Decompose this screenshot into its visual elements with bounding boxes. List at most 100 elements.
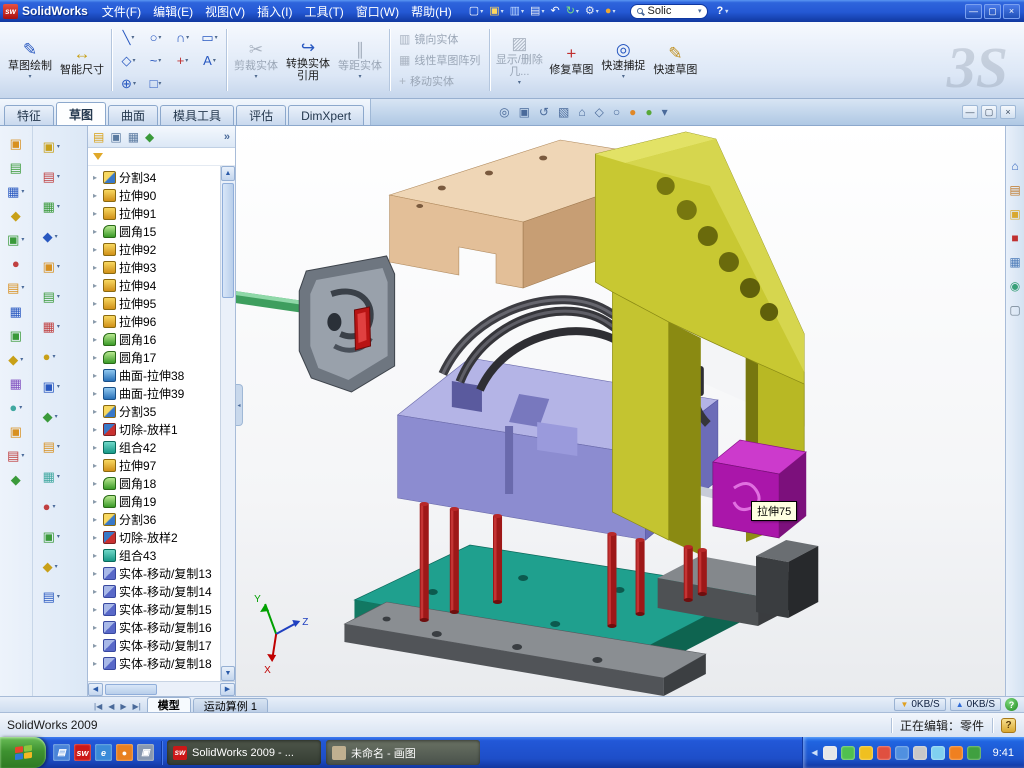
feature-tree-item[interactable]: ▸ 实体-移动/复制14: [88, 582, 220, 600]
taskpane-resources-icon[interactable]: ⌂: [1011, 160, 1018, 172]
feature-tool-icon[interactable]: ◆ ▾: [8, 347, 23, 371]
tab-scroll-button[interactable]: ◀: [106, 702, 116, 711]
zoom-area-icon[interactable]: ▣: [519, 106, 530, 118]
tray-icon[interactable]: [895, 746, 909, 760]
tab-scroll-button[interactable]: |◀: [92, 702, 104, 711]
tree-horizontal-scrollbar[interactable]: ◀ ▶: [88, 681, 235, 696]
expand-arrow-icon[interactable]: ▸: [93, 479, 100, 488]
sketch-tool-icon[interactable]: ▤ ▾: [43, 281, 60, 311]
new-file-icon[interactable]: ▢ ▾: [466, 6, 486, 17]
feature-tool-icon[interactable]: ◆: [11, 203, 21, 227]
scroll-left-icon[interactable]: ◀: [88, 683, 103, 696]
taskpane-design-library-icon[interactable]: ▤: [1009, 184, 1020, 196]
expand-arrow-icon[interactable]: ▸: [93, 191, 100, 200]
feature-tree-item[interactable]: ▸ 拉伸92: [88, 240, 220, 258]
feature-tool-icon[interactable]: ▤ ▾: [7, 443, 24, 467]
scrollbar-thumb[interactable]: [105, 684, 157, 695]
expand-arrow-icon[interactable]: ▸: [93, 209, 100, 218]
panel-splitter[interactable]: ◂: [236, 384, 243, 426]
menu-item[interactable]: 视图(V): [199, 1, 251, 22]
taskpane-toolbox-icon[interactable]: ■: [1011, 232, 1018, 244]
sketch-tool-icon[interactable]: ▤ ▾: [43, 431, 60, 461]
line-tool-icon[interactable]: ╲ ▾: [115, 26, 142, 49]
featuremanager-tree-icon[interactable]: ▤: [93, 131, 104, 143]
point-tool-icon[interactable]: + ▾: [169, 49, 196, 72]
expand-arrow-icon[interactable]: ▸: [93, 659, 100, 668]
view-settings-arrow-icon[interactable]: ▾: [662, 106, 668, 118]
hide-show-items-icon[interactable]: ○: [613, 106, 620, 118]
menu-item[interactable]: 文件(F): [96, 1, 147, 22]
dimxpertmanager-icon[interactable]: ◆: [145, 131, 154, 143]
command-button[interactable]: ✎ 草图绘制 ▾: [4, 24, 56, 96]
expand-arrow-icon[interactable]: ▸: [93, 407, 100, 416]
feature-tree-item[interactable]: ▸ 组合42: [88, 438, 220, 456]
command-button[interactable]: ↪ 转换实体引用: [282, 24, 334, 96]
previous-view-icon[interactable]: ↺: [539, 106, 549, 118]
paint-launcher-icon[interactable]: ▣: [137, 744, 154, 761]
minimize-button[interactable]: —: [965, 4, 982, 19]
sketch-tool-icon[interactable]: ● ▾: [43, 491, 56, 521]
sketch-tool-icon[interactable]: ▤ ▾: [43, 581, 60, 611]
tray-icon[interactable]: [967, 746, 981, 760]
sketch-tool-icon[interactable]: ▣ ▾: [43, 371, 60, 401]
feature-tree-item[interactable]: ▸ 拉伸94: [88, 276, 220, 294]
expand-arrow-icon[interactable]: ▸: [93, 623, 100, 632]
media-player-icon[interactable]: ●: [116, 744, 133, 761]
section-view-icon[interactable]: ▧: [558, 106, 569, 118]
menu-item[interactable]: 工具(T): [298, 1, 349, 22]
feature-tree-item[interactable]: ▸ 切除-放样2: [88, 528, 220, 546]
clamp-block[interactable]: [299, 256, 394, 392]
internet-explorer-icon[interactable]: e: [95, 744, 112, 761]
propertymanager-icon[interactable]: ▣: [110, 131, 121, 143]
feature-tree-item[interactable]: ▸ 分割34: [88, 168, 220, 186]
scrollbar-thumb[interactable]: [222, 183, 234, 298]
ellipse-tool-icon[interactable]: ⊕ ▾: [115, 72, 142, 95]
feature-tool-icon[interactable]: ● ▾: [9, 395, 22, 419]
taskbar-window-button[interactable]: 未命名 - 画图: [326, 740, 480, 765]
rectangle-tool-icon[interactable]: ▭ ▾: [196, 26, 223, 49]
commandmanager-tab[interactable]: DimXpert: [288, 105, 364, 125]
taskpane-custom-properties-icon[interactable]: ▢: [1009, 304, 1020, 316]
command-button[interactable]: ▦ 线性草图阵列: [395, 51, 484, 69]
arc-tool-icon[interactable]: ∩ ▾: [169, 26, 196, 49]
feature-tool-icon[interactable]: ▤: [10, 155, 22, 179]
options-icon[interactable]: ⚙ ▾: [582, 6, 602, 17]
menu-item[interactable]: 编辑(E): [147, 1, 199, 22]
scroll-right-icon[interactable]: ▶: [220, 683, 235, 696]
expand-arrow-icon[interactable]: ▸: [93, 533, 100, 542]
command-button[interactable]: ∥ 等距实体 ▾: [334, 24, 386, 96]
expand-arrow-icon[interactable]: ▸: [93, 245, 100, 254]
expand-arrow-icon[interactable]: ▸: [93, 461, 100, 470]
feature-tree-item[interactable]: ▸ 拉伸91: [88, 204, 220, 222]
tray-icon[interactable]: [823, 746, 837, 760]
tree-vertical-scrollbar[interactable]: ▲ ▼: [220, 166, 235, 681]
feature-tree-item[interactable]: ▸ 拉伸95: [88, 294, 220, 312]
undo-icon[interactable]: ↶: [547, 6, 562, 17]
sketch-tool-icon[interactable]: ▣ ▾: [43, 131, 60, 161]
expand-arrow-icon[interactable]: ▸: [93, 641, 100, 650]
expand-arrow-icon[interactable]: ▸: [93, 443, 100, 452]
sketch-tool-icon[interactable]: ◆ ▾: [43, 221, 58, 251]
menu-item[interactable]: 帮助(H): [405, 1, 458, 22]
sketch-tool-icon[interactable]: ▦ ▾: [43, 461, 60, 491]
command-button[interactable]: ◎ 快速捕捉 ▾: [597, 24, 649, 96]
commandmanager-tab[interactable]: 评估: [236, 105, 286, 125]
search-options-arrow-icon[interactable]: ▾: [698, 7, 702, 15]
start-button[interactable]: [0, 737, 46, 768]
expand-arrow-icon[interactable]: ▸: [93, 371, 100, 380]
feature-tool-icon[interactable]: ▦: [10, 299, 22, 323]
quick-tips-icon[interactable]: ?: [1001, 718, 1016, 733]
commandmanager-tab[interactable]: 特征: [4, 105, 54, 125]
tab-scroll-button[interactable]: ▶|: [131, 702, 143, 711]
feature-tool-icon[interactable]: ▣: [10, 323, 22, 347]
feature-tree-item[interactable]: ▸ 圆角19: [88, 492, 220, 510]
sketch-tool-icon[interactable]: ▣ ▾: [43, 251, 60, 281]
net-status-icon[interactable]: ?: [1005, 698, 1018, 711]
help-icon[interactable]: ?▾: [716, 5, 728, 17]
feature-tree-item[interactable]: ▸ 拉伸96: [88, 312, 220, 330]
search-input[interactable]: Solic: [647, 5, 671, 17]
sketch-tool-icon[interactable]: ▦ ▾: [43, 191, 60, 221]
rebuild-icon[interactable]: ↻ ▾: [563, 6, 582, 17]
taskpane-file-explorer-icon[interactable]: ▣: [1009, 208, 1020, 220]
appearance-icon[interactable]: ● ▾: [602, 6, 619, 17]
